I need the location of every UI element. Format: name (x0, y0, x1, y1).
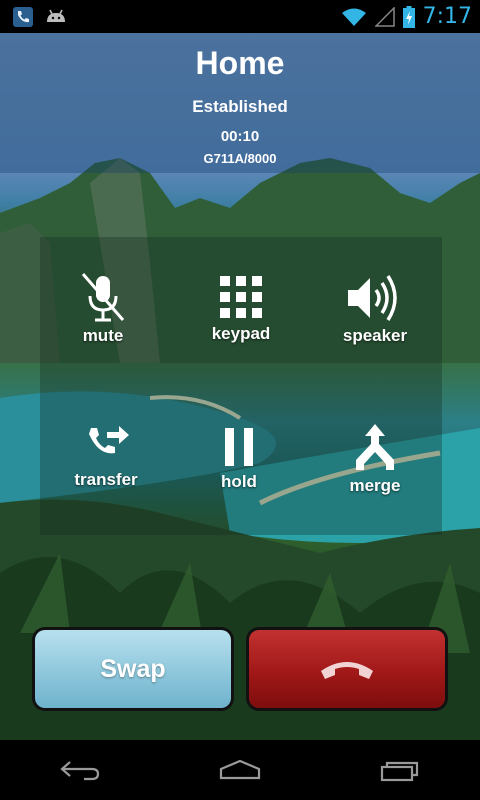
status-bar: 7:17 (0, 0, 480, 33)
android-icon (44, 7, 68, 27)
swap-label: Swap (100, 654, 166, 683)
recent-apps-icon (380, 761, 419, 782)
hold-label: hold (221, 472, 257, 491)
back-icon (60, 761, 100, 781)
call-header: Home Established 00:10 G711A/8000 (0, 33, 480, 173)
swap-button[interactable]: Swap (35, 630, 231, 708)
phone-icon (12, 6, 34, 28)
hold-button[interactable]: hold (179, 424, 299, 492)
merge-icon (356, 424, 394, 470)
keypad-icon (220, 276, 262, 318)
battery-charging-icon (402, 5, 415, 28)
call-timer: 00:10 (220, 128, 260, 145)
clock: 7:17 (422, 4, 472, 29)
pause-icon (225, 428, 253, 466)
keypad-button[interactable]: keypad (181, 272, 301, 344)
call-state: Established (192, 97, 288, 116)
speaker-button[interactable]: speaker (315, 272, 435, 346)
merge-label: merge (349, 476, 401, 495)
mute-label: mute (82, 326, 124, 345)
merge-button[interactable]: merge (315, 422, 435, 496)
call-transfer-icon (89, 426, 129, 454)
home-button[interactable] (200, 740, 280, 800)
transfer-label: transfer (74, 470, 138, 489)
speaker-label: speaker (342, 326, 408, 345)
back-button[interactable] (40, 740, 120, 800)
keypad-label: keypad (211, 324, 271, 343)
signal-icon (374, 6, 395, 27)
mute-button[interactable]: mute (43, 270, 163, 346)
transfer-button[interactable]: transfer (46, 422, 166, 490)
navigation-bar (0, 740, 480, 800)
end-call-icon (321, 662, 373, 679)
wifi-icon (341, 7, 367, 27)
speaker-icon (348, 275, 397, 321)
call-codec: G711A/8000 (203, 151, 277, 166)
home-icon (219, 759, 261, 780)
recent-apps-button[interactable] (360, 740, 440, 800)
contact-name: Home (195, 45, 285, 81)
mic-muted-icon (81, 273, 125, 322)
hangup-button[interactable] (249, 630, 445, 708)
